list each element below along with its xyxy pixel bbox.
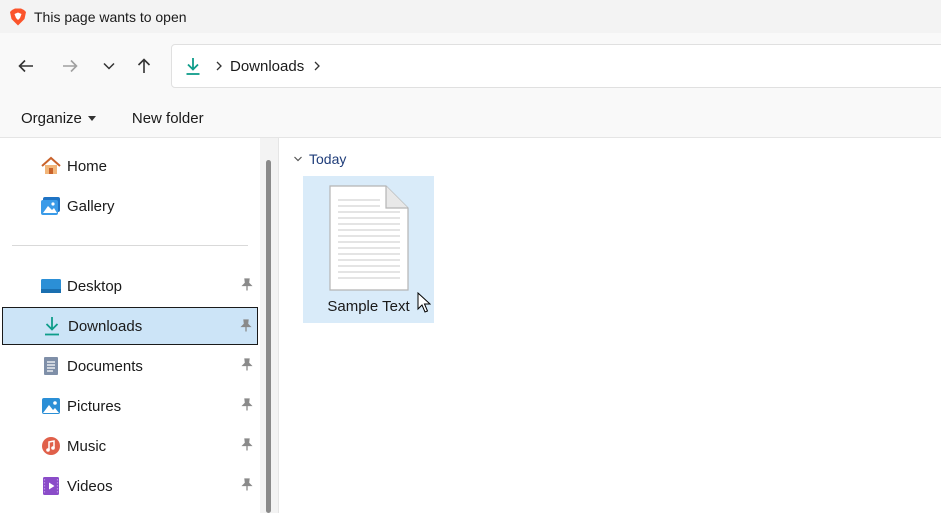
navigation-bar: Downloads [0,33,941,99]
pin-icon[interactable] [240,398,254,412]
recent-locations-button[interactable] [96,53,122,79]
back-button[interactable] [13,53,39,79]
chevron-down-icon [294,156,302,162]
sidebar-item-music[interactable]: Music [2,427,258,465]
downloads-icon [186,58,200,75]
sidebar-item-pictures[interactable]: Pictures [2,387,258,425]
home-icon [40,155,62,177]
downloads-icon [41,315,63,337]
sidebar-item-label: Desktop [67,277,123,295]
sidebar-item-label: Gallery [67,197,115,215]
sidebar-item-gallery[interactable]: Gallery [2,187,258,225]
sidebar-item-label: Documents [67,357,143,375]
sidebar-item-label: Pictures [67,397,122,415]
organize-button[interactable]: Organize [21,110,96,127]
window-title: This page wants to open [34,8,187,25]
forward-button[interactable] [57,53,83,79]
group-label: Today [309,151,347,167]
sidebar-item-label: Videos [67,477,113,495]
sidebar-item-videos[interactable]: Videos [2,467,258,505]
music-icon [40,435,62,457]
sidebar-item-downloads[interactable]: Downloads [2,307,258,345]
pin-icon[interactable] [240,478,254,492]
pin-icon[interactable] [240,358,254,372]
documents-icon [40,355,62,377]
sidebar-item-label: Downloads [68,317,143,335]
chevron-right-icon [216,61,222,71]
pin-icon[interactable] [240,438,254,452]
arrow-up-icon [137,58,151,73]
file-name: Sample Text [327,298,410,315]
chevron-down-icon [103,62,115,70]
file-list-pane[interactable]: Today Sample Text [278,138,941,513]
mouse-cursor-icon [417,292,431,313]
file-item-sample-text[interactable]: Sample Text [303,176,434,323]
pin-icon[interactable] [239,319,253,333]
sidebar-item-label: Music [67,437,107,455]
sidebar-item-documents[interactable]: Documents [2,347,258,385]
sidebar-scrollbar[interactable] [260,138,278,513]
sidebar-item-label: Home [67,157,108,175]
desktop-icon [40,275,62,297]
text-document-icon [328,185,409,291]
brave-logo-icon [10,8,26,25]
sidebar-item-desktop[interactable]: Desktop [2,267,258,305]
gallery-icon [40,195,62,217]
new-folder-button[interactable]: New folder [132,110,204,127]
videos-icon [40,475,62,497]
up-button[interactable] [131,53,157,79]
organize-label: Organize [21,109,82,127]
address-bar[interactable]: Downloads [171,44,941,88]
scrollbar-thumb[interactable] [266,160,271,513]
arrow-right-icon [63,59,78,73]
command-bar: Organize New folder [0,99,941,138]
chevron-right-icon[interactable] [312,60,322,72]
arrow-left-icon [18,59,33,73]
group-header-today[interactable]: Today [293,151,346,167]
new-folder-label: New folder [131,109,204,127]
navigation-pane: Home Gallery Desktop Downloads Documents… [0,138,260,513]
pin-icon[interactable] [240,278,254,292]
caret-down-icon [87,115,96,121]
sidebar-divider [12,245,248,246]
breadcrumb-downloads[interactable]: Downloads [230,58,304,75]
sidebar-item-home[interactable]: Home [2,147,258,185]
pictures-icon [40,395,62,417]
title-bar: This page wants to open [0,0,941,33]
